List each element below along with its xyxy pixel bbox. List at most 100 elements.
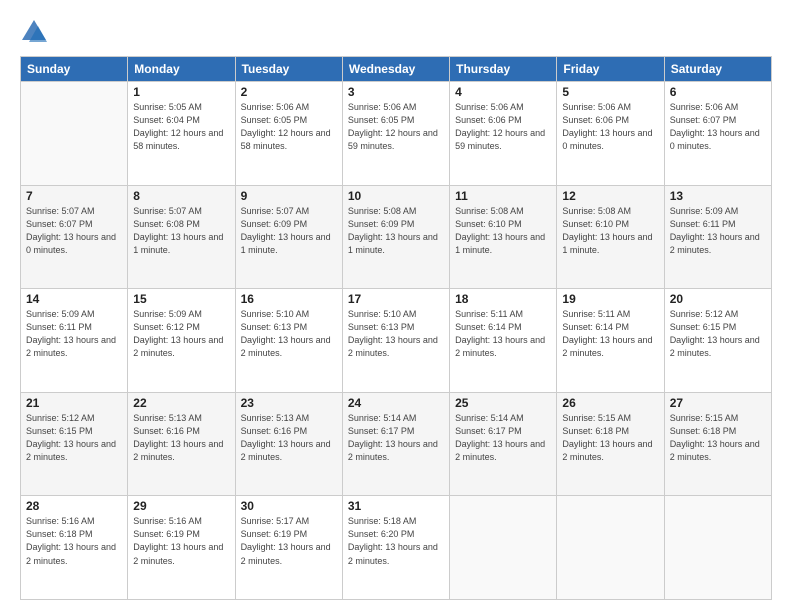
- day-number: 27: [670, 396, 766, 410]
- day-number: 16: [241, 292, 337, 306]
- day-number: 21: [26, 396, 122, 410]
- calendar-cell: 4 Sunrise: 5:06 AMSunset: 6:06 PMDaylight…: [450, 82, 557, 186]
- calendar-cell: 10Sunrise: 5:08 AMSunset: 6:09 PMDayligh…: [342, 185, 449, 289]
- day-info: Sunrise: 5:07 AMSunset: 6:07 PMDaylight:…: [26, 205, 122, 257]
- calendar-cell: 29 Sunrise: 5:16 AMSunset: 6:19 PMDayligh…: [128, 496, 235, 600]
- day-number: 6: [670, 85, 766, 99]
- day-number: 1: [133, 85, 229, 99]
- calendar-cell: 8 Sunrise: 5:07 AMSunset: 6:08 PMDaylight…: [128, 185, 235, 289]
- calendar-cell: 16 Sunrise: 5:10 AMSunset: 6:13 PMDayligh…: [235, 289, 342, 393]
- day-info: Sunrise: 5:06 AMSunset: 6:05 PMDaylight:…: [348, 101, 444, 153]
- day-info: Sunrise: 5:10 AMSunset: 6:13 PMDaylight:…: [348, 308, 444, 360]
- day-info: Sunrise: 5:14 AMSunset: 6:17 PMDaylight:…: [348, 412, 444, 464]
- day-number: 20: [670, 292, 766, 306]
- day-number: 22: [133, 396, 229, 410]
- calendar-cell: 19 Sunrise: 5:11 AMSunset: 6:14 PMDayligh…: [557, 289, 664, 393]
- day-info: Sunrise: 5:09 AMSunset: 6:11 PMDaylight:…: [26, 308, 122, 360]
- day-info: Sunrise: 5:06 AMSunset: 6:07 PMDaylight:…: [670, 101, 766, 153]
- calendar-week-row: 21 Sunrise: 5:12 AMSunset: 6:15 PMDayligh…: [21, 392, 772, 496]
- day-number: 24: [348, 396, 444, 410]
- day-number: 30: [241, 499, 337, 513]
- calendar-week-row: 1 Sunrise: 5:05 AMSunset: 6:04 PMDaylight…: [21, 82, 772, 186]
- calendar-cell: 24 Sunrise: 5:14 AMSunset: 6:17 PMDayligh…: [342, 392, 449, 496]
- calendar-cell: 2 Sunrise: 5:06 AMSunset: 6:05 PMDaylight…: [235, 82, 342, 186]
- day-number: 18: [455, 292, 551, 306]
- weekday-header-friday: Friday: [557, 57, 664, 82]
- calendar-cell: 7 Sunrise: 5:07 AMSunset: 6:07 PMDaylight…: [21, 185, 128, 289]
- day-info: Sunrise: 5:18 AMSunset: 6:20 PMDaylight:…: [348, 515, 444, 567]
- calendar-cell: 28 Sunrise: 5:16 AMSunset: 6:18 PMDayligh…: [21, 496, 128, 600]
- weekday-header-wednesday: Wednesday: [342, 57, 449, 82]
- calendar-cell: 30 Sunrise: 5:17 AMSunset: 6:19 PMDayligh…: [235, 496, 342, 600]
- day-info: Sunrise: 5:11 AMSunset: 6:14 PMDaylight:…: [455, 308, 551, 360]
- day-number: 7: [26, 189, 122, 203]
- day-number: 17: [348, 292, 444, 306]
- day-number: 19: [562, 292, 658, 306]
- calendar-page: SundayMondayTuesdayWednesdayThursdayFrid…: [0, 0, 792, 612]
- day-info: Sunrise: 5:13 AMSunset: 6:16 PMDaylight:…: [241, 412, 337, 464]
- logo-icon: [20, 18, 48, 46]
- day-info: Sunrise: 5:06 AMSunset: 6:06 PMDaylight:…: [455, 101, 551, 153]
- day-info: Sunrise: 5:10 AMSunset: 6:13 PMDaylight:…: [241, 308, 337, 360]
- weekday-header-saturday: Saturday: [664, 57, 771, 82]
- calendar-cell: 27 Sunrise: 5:15 AMSunset: 6:18 PMDayligh…: [664, 392, 771, 496]
- day-info: Sunrise: 5:07 AMSunset: 6:08 PMDaylight:…: [133, 205, 229, 257]
- day-number: 11: [455, 189, 551, 203]
- day-number: 4: [455, 85, 551, 99]
- calendar-cell: [557, 496, 664, 600]
- calendar-cell: 25Sunrise: 5:14 AMSunset: 6:17 PMDayligh…: [450, 392, 557, 496]
- day-info: Sunrise: 5:13 AMSunset: 6:16 PMDaylight:…: [133, 412, 229, 464]
- day-number: 10: [348, 189, 444, 203]
- logo: [20, 18, 50, 46]
- day-info: Sunrise: 5:16 AMSunset: 6:19 PMDaylight:…: [133, 515, 229, 567]
- calendar-cell: [664, 496, 771, 600]
- day-info: Sunrise: 5:16 AMSunset: 6:18 PMDaylight:…: [26, 515, 122, 567]
- day-info: Sunrise: 5:05 AMSunset: 6:04 PMDaylight:…: [133, 101, 229, 153]
- calendar-cell: 9 Sunrise: 5:07 AMSunset: 6:09 PMDaylight…: [235, 185, 342, 289]
- calendar-cell: 13Sunrise: 5:09 AMSunset: 6:11 PMDayligh…: [664, 185, 771, 289]
- day-number: 29: [133, 499, 229, 513]
- calendar-week-row: 14 Sunrise: 5:09 AMSunset: 6:11 PMDayligh…: [21, 289, 772, 393]
- calendar-cell: 5 Sunrise: 5:06 AMSunset: 6:06 PMDaylight…: [557, 82, 664, 186]
- calendar-cell: 31Sunrise: 5:18 AMSunset: 6:20 PMDayligh…: [342, 496, 449, 600]
- day-number: 13: [670, 189, 766, 203]
- day-info: Sunrise: 5:07 AMSunset: 6:09 PMDaylight:…: [241, 205, 337, 257]
- day-info: Sunrise: 5:11 AMSunset: 6:14 PMDaylight:…: [562, 308, 658, 360]
- day-number: 5: [562, 85, 658, 99]
- weekday-header-row: SundayMondayTuesdayWednesdayThursdayFrid…: [21, 57, 772, 82]
- calendar-cell: 12 Sunrise: 5:08 AMSunset: 6:10 PMDayligh…: [557, 185, 664, 289]
- calendar-table: SundayMondayTuesdayWednesdayThursdayFrid…: [20, 56, 772, 600]
- calendar-cell: 21 Sunrise: 5:12 AMSunset: 6:15 PMDayligh…: [21, 392, 128, 496]
- calendar-cell: [450, 496, 557, 600]
- day-info: Sunrise: 5:09 AMSunset: 6:12 PMDaylight:…: [133, 308, 229, 360]
- day-number: 14: [26, 292, 122, 306]
- day-number: 28: [26, 499, 122, 513]
- day-info: Sunrise: 5:14 AMSunset: 6:17 PMDaylight:…: [455, 412, 551, 464]
- day-number: 9: [241, 189, 337, 203]
- day-number: 15: [133, 292, 229, 306]
- day-number: 26: [562, 396, 658, 410]
- calendar-cell: 6 Sunrise: 5:06 AMSunset: 6:07 PMDaylight…: [664, 82, 771, 186]
- day-info: Sunrise: 5:06 AMSunset: 6:05 PMDaylight:…: [241, 101, 337, 153]
- header: [20, 18, 772, 46]
- weekday-header-sunday: Sunday: [21, 57, 128, 82]
- calendar-cell: 11Sunrise: 5:08 AMSunset: 6:10 PMDayligh…: [450, 185, 557, 289]
- day-number: 2: [241, 85, 337, 99]
- day-number: 12: [562, 189, 658, 203]
- calendar-cell: 20 Sunrise: 5:12 AMSunset: 6:15 PMDayligh…: [664, 289, 771, 393]
- calendar-cell: 15 Sunrise: 5:09 AMSunset: 6:12 PMDayligh…: [128, 289, 235, 393]
- day-info: Sunrise: 5:15 AMSunset: 6:18 PMDaylight:…: [670, 412, 766, 464]
- day-number: 3: [348, 85, 444, 99]
- day-info: Sunrise: 5:12 AMSunset: 6:15 PMDaylight:…: [670, 308, 766, 360]
- weekday-header-tuesday: Tuesday: [235, 57, 342, 82]
- calendar-cell: 26Sunrise: 5:15 AMSunset: 6:18 PMDayligh…: [557, 392, 664, 496]
- day-info: Sunrise: 5:12 AMSunset: 6:15 PMDaylight:…: [26, 412, 122, 464]
- calendar-week-row: 7 Sunrise: 5:07 AMSunset: 6:07 PMDaylight…: [21, 185, 772, 289]
- day-info: Sunrise: 5:17 AMSunset: 6:19 PMDaylight:…: [241, 515, 337, 567]
- day-number: 8: [133, 189, 229, 203]
- day-number: 23: [241, 396, 337, 410]
- calendar-cell: 3 Sunrise: 5:06 AMSunset: 6:05 PMDaylight…: [342, 82, 449, 186]
- calendar-cell: 14 Sunrise: 5:09 AMSunset: 6:11 PMDayligh…: [21, 289, 128, 393]
- day-info: Sunrise: 5:08 AMSunset: 6:10 PMDaylight:…: [562, 205, 658, 257]
- day-info: Sunrise: 5:06 AMSunset: 6:06 PMDaylight:…: [562, 101, 658, 153]
